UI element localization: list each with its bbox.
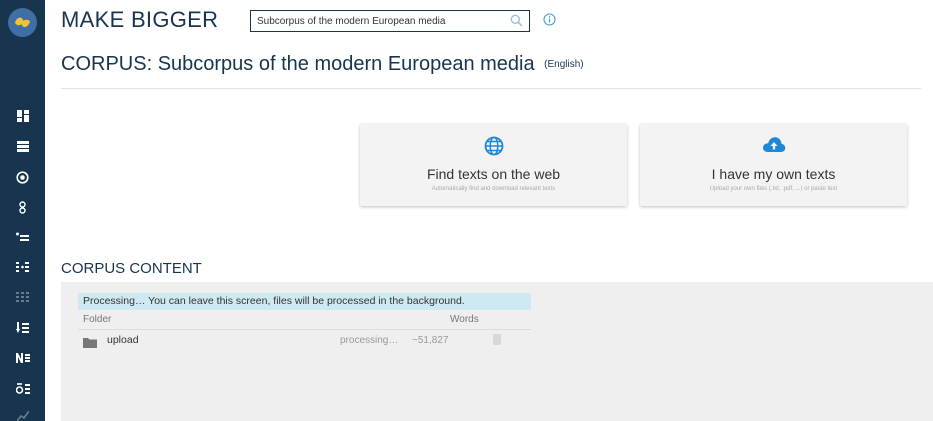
cloud-upload-icon	[762, 136, 786, 158]
corpus-language: (English)	[544, 59, 584, 70]
radio-target-icon[interactable]	[0, 164, 45, 190]
app-logo[interactable]	[8, 8, 37, 37]
dashboard-icon[interactable]	[0, 103, 45, 129]
word-count: ~51,827	[412, 335, 449, 346]
column-header-folder[interactable]: Folder	[83, 314, 111, 325]
section-title: CORPUS CONTENT	[61, 260, 202, 277]
card-title: Find texts on the web	[426, 166, 561, 182]
ngram-icon[interactable]	[0, 194, 45, 220]
globe-icon	[484, 136, 504, 161]
grid-list-icon[interactable]	[0, 284, 45, 310]
sort-list-icon[interactable]	[0, 315, 45, 341]
card-title: I have my own texts	[711, 166, 836, 182]
delta-list-icon[interactable]	[0, 375, 45, 401]
app-brand[interactable]: MAKE BIGGER	[61, 7, 218, 33]
delete-icon[interactable]	[493, 334, 501, 345]
table-row[interactable]: upload processing… ~51,827	[78, 330, 531, 352]
find-texts-web-card[interactable]: Find texts on the web Automatically find…	[360, 124, 627, 206]
corpus-label: CORPUS:	[61, 53, 153, 75]
folder-icon	[83, 335, 97, 353]
sidebar	[0, 0, 45, 421]
search-input[interactable]	[257, 13, 493, 29]
logo-icon	[8, 8, 37, 37]
n-list-icon[interactable]	[0, 345, 45, 371]
processing-notice: Processing… You can leave this screen, f…	[78, 293, 531, 310]
info-icon[interactable]	[543, 13, 556, 31]
list-icon[interactable]	[0, 133, 45, 159]
chart-icon[interactable]	[0, 403, 45, 421]
card-subtitle: Upload your own files (.txt, .pdf, ...) …	[709, 186, 838, 192]
row-status: processing…	[340, 335, 399, 346]
bullet-list-icon[interactable]	[0, 224, 45, 250]
own-texts-card[interactable]: I have my own texts Upload your own file…	[640, 124, 907, 206]
column-header-words[interactable]: Words	[450, 314, 479, 325]
search-box[interactable]	[250, 10, 530, 32]
folder-name[interactable]: upload	[107, 334, 139, 346]
card-subtitle: Automatically find and download relevant…	[431, 186, 556, 192]
divider	[61, 88, 921, 89]
columns-icon[interactable]	[0, 254, 45, 280]
corpus-name: Subcorpus of the modern European media	[157, 53, 535, 75]
search-icon[interactable]	[510, 14, 523, 32]
page-title: CORPUS: Subcorpus of the modern European…	[61, 53, 584, 76]
